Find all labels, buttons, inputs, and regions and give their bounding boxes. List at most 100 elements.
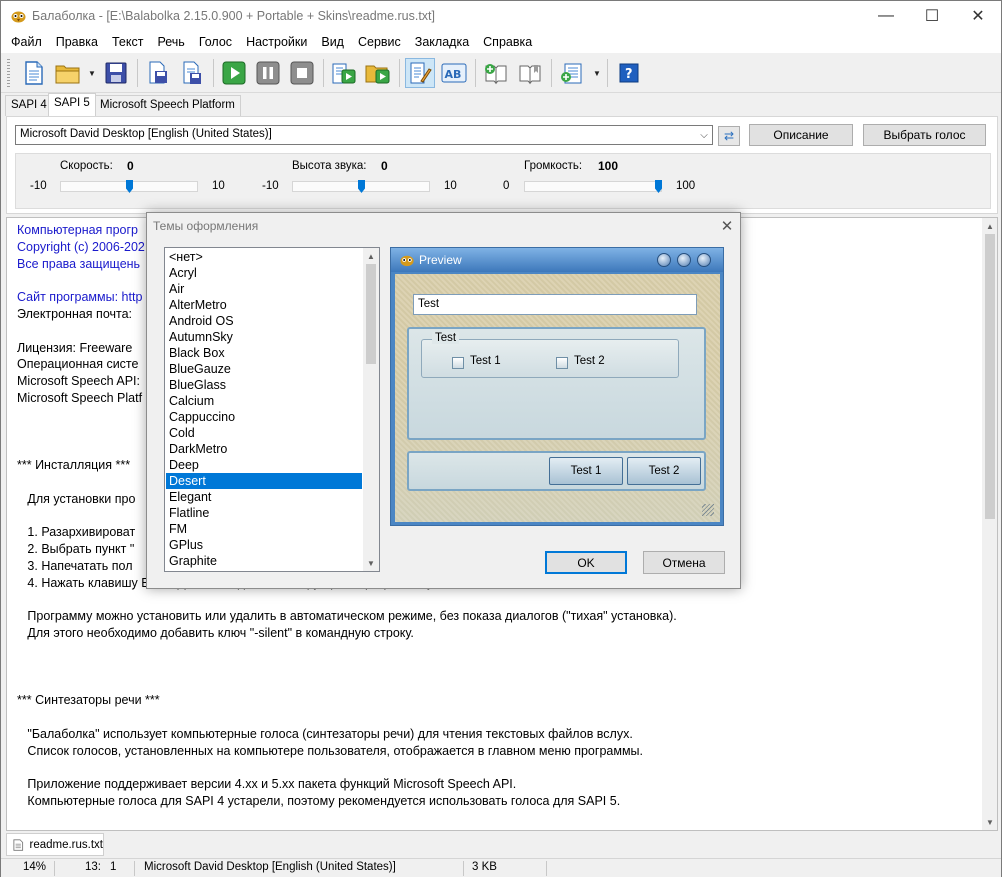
- minimize-button[interactable]: —: [863, 1, 909, 31]
- skin-list-item[interactable]: AutumnSky: [166, 329, 362, 345]
- pitch-min: -10: [262, 180, 279, 192]
- document-tab[interactable]: readme.rus.txt: [6, 833, 104, 856]
- skin-list-item[interactable]: GPlus: [166, 537, 362, 553]
- stop-button[interactable]: [287, 58, 317, 88]
- rate-value: 0: [127, 159, 134, 173]
- app-parrot-icon: [11, 11, 26, 23]
- new-document-icon: [25, 61, 43, 85]
- chevron-down-icon[interactable]: ⌵: [696, 126, 712, 144]
- save-button[interactable]: [101, 58, 131, 88]
- close-button[interactable]: ✕: [955, 1, 1001, 31]
- skin-list-item[interactable]: FM: [166, 521, 362, 537]
- choose-voice-button[interactable]: Выбрать голос: [863, 124, 986, 146]
- ok-button[interactable]: OK: [545, 551, 627, 574]
- add-bookmark-button[interactable]: [481, 58, 511, 88]
- stop-icon: [290, 61, 314, 85]
- skin-list-scrollbar[interactable]: ▲ ▼: [363, 248, 379, 571]
- batch-convert-button[interactable]: [363, 58, 393, 88]
- menu-text[interactable]: Текст: [105, 35, 150, 49]
- editor-scrollbar[interactable]: ▲ ▼: [982, 218, 997, 830]
- menu-bookmark[interactable]: Закладка: [408, 35, 476, 49]
- open-button[interactable]: [53, 58, 83, 88]
- skin-list-item[interactable]: Cappuccino: [166, 409, 362, 425]
- skin-list-item[interactable]: Elegant: [166, 489, 362, 505]
- menu-help[interactable]: Справка: [476, 35, 539, 49]
- menu-edit[interactable]: Правка: [49, 35, 105, 49]
- file-size-status: 3 KB: [472, 861, 497, 873]
- menu-file[interactable]: Файл: [4, 35, 49, 49]
- text-file-icon: [13, 838, 24, 851]
- menu-settings[interactable]: Настройки: [239, 35, 314, 49]
- skin-list-item[interactable]: Android OS: [166, 313, 362, 329]
- preview-size-grip: [702, 504, 714, 516]
- convert-file-button[interactable]: [177, 58, 207, 88]
- help-button[interactable]: ?: [614, 58, 644, 88]
- skin-list-item[interactable]: BlueGauze: [166, 361, 362, 377]
- skin-list-item[interactable]: Flatline: [166, 505, 362, 521]
- dictionary-button[interactable]: [557, 58, 587, 88]
- pause-button[interactable]: [253, 58, 283, 88]
- tab-sapi5[interactable]: SAPI 5: [48, 93, 96, 116]
- menu-speech[interactable]: Речь: [150, 35, 191, 49]
- chevron-down-icon[interactable]: ▼: [593, 69, 601, 78]
- pitch-slider[interactable]: [292, 180, 430, 193]
- pitch-value: 0: [381, 159, 388, 173]
- scroll-up-arrow[interactable]: ▲: [363, 248, 379, 264]
- skin-list-item[interactable]: AlterMetro: [166, 297, 362, 313]
- menu-tools[interactable]: Сервис: [351, 35, 408, 49]
- bookmarks-icon: [519, 65, 541, 85]
- scroll-up-arrow[interactable]: ▲: [982, 218, 997, 234]
- tab-sapi4[interactable]: SAPI 4: [5, 95, 53, 116]
- tab-speech-platform[interactable]: Microsoft Speech Platform: [94, 95, 241, 116]
- read-clipboard-icon: [332, 63, 356, 84]
- text-edit-icon: [410, 62, 432, 84]
- voice-description-button[interactable]: Описание: [749, 124, 853, 146]
- skin-list-item[interactable]: DarkMetro: [166, 441, 362, 457]
- cursor-line: 13:: [85, 861, 101, 873]
- read-clipboard-button[interactable]: [329, 58, 359, 88]
- play-button[interactable]: [219, 58, 249, 88]
- skin-list[interactable]: <нет> Acryl Air AlterMetro Android OS AutumnS…: [164, 247, 380, 572]
- bookmarks-button[interactable]: [515, 58, 545, 88]
- chevron-down-icon[interactable]: ▼: [88, 69, 96, 78]
- skin-list-item[interactable]: <нет>: [166, 249, 362, 265]
- skin-list-item[interactable]: Calcium: [166, 393, 362, 409]
- text-edit-button[interactable]: [405, 58, 435, 88]
- preview-checkbox-1-label: Test 1: [470, 355, 501, 367]
- skin-list-item[interactable]: Cold: [166, 425, 362, 441]
- new-document-button[interactable]: [19, 58, 49, 88]
- preview-button-2: Test 2: [627, 457, 701, 485]
- skin-list-scroll-thumb[interactable]: [366, 264, 376, 364]
- preview-body: Test Test Test 1 Test 2 Test 1 Test 2: [395, 274, 720, 522]
- editor-scroll-thumb[interactable]: [985, 234, 995, 519]
- dialog-close-button[interactable]: ✕: [717, 216, 737, 236]
- voice-select[interactable]: Microsoft David Desktop [English (United…: [15, 125, 713, 145]
- menu-view[interactable]: Вид: [314, 35, 351, 49]
- scroll-down-arrow[interactable]: ▼: [363, 555, 379, 571]
- preview-text-input: Test: [413, 294, 697, 315]
- add-bookmark-icon: [485, 64, 507, 85]
- skin-list-item[interactable]: Deep: [166, 457, 362, 473]
- cancel-button[interactable]: Отмена: [643, 551, 725, 574]
- spell-check-icon: AB: [441, 63, 467, 83]
- volume-slider[interactable]: [524, 180, 662, 193]
- pitch-label: Высота звука:: [292, 160, 367, 172]
- skin-list-item[interactable]: Graphite: [166, 553, 362, 569]
- preview-checkbox-1: [452, 357, 464, 369]
- skin-list-item[interactable]: Acryl: [166, 265, 362, 281]
- skin-list-item[interactable]: Air: [166, 281, 362, 297]
- skin-list-item[interactable]: BlueGlass: [166, 377, 362, 393]
- toolbar-grip[interactable]: [7, 59, 10, 87]
- scroll-down-arrow[interactable]: ▼: [982, 814, 997, 830]
- maximize-button[interactable]: ☐: [909, 1, 955, 31]
- skin-list-item[interactable]: Black Box: [166, 345, 362, 361]
- balabolka-window: Балаболка - [E:\Balabolka 2.15.0.900 + P…: [0, 0, 1002, 877]
- document-tab-label: readme.rus.txt: [29, 838, 104, 851]
- spell-check-button[interactable]: AB: [439, 58, 469, 88]
- rate-slider[interactable]: [60, 180, 198, 193]
- refresh-voices-button[interactable]: ⇄: [718, 126, 740, 146]
- menu-voice[interactable]: Голос: [192, 35, 239, 49]
- save-audio-button[interactable]: [143, 58, 173, 88]
- skin-list-item[interactable]: Desert: [166, 473, 362, 489]
